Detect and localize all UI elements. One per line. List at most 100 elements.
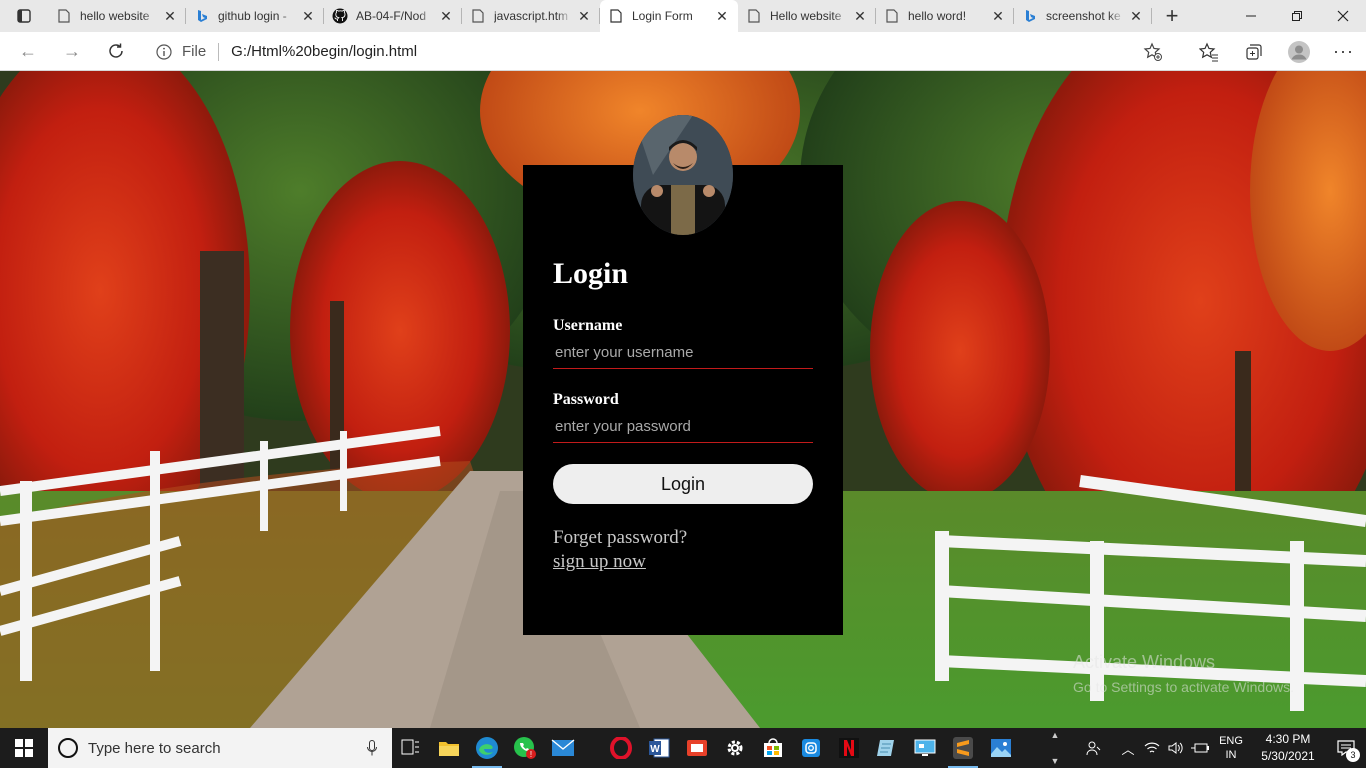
back-button[interactable]: ← [6, 32, 50, 71]
battery-plug-icon [1191, 743, 1209, 753]
word-button[interactable]: W [640, 728, 678, 768]
volume-button[interactable] [1164, 728, 1188, 768]
tab-hello-word[interactable]: hello word! ✕ [876, 0, 1014, 32]
gear-icon [727, 740, 743, 756]
close-icon[interactable]: ✕ [576, 8, 592, 24]
people-button[interactable] [1082, 728, 1106, 768]
whatsapp-button[interactable]: ! [506, 728, 544, 768]
address-bar[interactable]: File G:/Html%20begin/login.html [148, 37, 1174, 66]
tab-title: hello website [80, 9, 150, 23]
instagram-button[interactable] [792, 728, 830, 768]
tab-screenshot[interactable]: screenshot ke ✕ [1014, 0, 1152, 32]
sublime-button[interactable] [944, 728, 982, 768]
forgot-password-link[interactable]: Forget password? [553, 527, 813, 549]
close-icon[interactable]: ✕ [1128, 8, 1144, 24]
taskbar-scroll[interactable]: ▲ ▼ [1048, 728, 1062, 768]
tab-javascript[interactable]: javascript.htm ✕ [462, 0, 600, 32]
close-icon[interactable]: ✕ [162, 8, 178, 24]
collections-icon [1245, 43, 1262, 60]
opera-icon [610, 737, 632, 759]
watermark-title: Activate Windows [1073, 652, 1216, 672]
page-icon [470, 8, 486, 24]
divider [218, 42, 220, 61]
close-icon[interactable]: ✕ [714, 8, 730, 24]
minimize-button[interactable] [1228, 0, 1274, 32]
refresh-button[interactable] [94, 32, 138, 71]
language-code: ENG [1219, 735, 1243, 747]
svg-text:W: W [650, 744, 660, 755]
close-icon[interactable]: ✕ [300, 8, 316, 24]
tab-actions-button[interactable] [0, 0, 48, 32]
page-icon [884, 8, 900, 24]
tab-title: hello word! [908, 9, 967, 23]
word-icon: W [649, 738, 670, 758]
tab-title: Login Form [632, 9, 693, 23]
photos-icon [991, 739, 1011, 757]
window-controls [1228, 0, 1366, 32]
chevron-up-icon: ▲ [1050, 730, 1060, 740]
info-icon[interactable] [154, 42, 174, 62]
edge-button[interactable] [468, 728, 506, 768]
bing-icon [194, 8, 210, 24]
close-window-button[interactable] [1320, 0, 1366, 32]
notepad-button[interactable] [868, 728, 906, 768]
close-icon[interactable]: ✕ [990, 8, 1006, 24]
scheme-label: File [182, 43, 207, 60]
tab-hello-website-2[interactable]: Hello website ✕ [738, 0, 876, 32]
taskbar-spacer [582, 728, 602, 768]
tab-title: javascript.htm [494, 9, 569, 23]
monitor-icon [914, 739, 936, 756]
sublime-icon [953, 737, 973, 759]
file-explorer-button[interactable] [430, 728, 468, 768]
restore-button[interactable] [1274, 0, 1320, 32]
toolbar-right: ··· [1186, 32, 1366, 71]
settings-more-button[interactable]: ··· [1321, 32, 1366, 71]
more-icon: ··· [1333, 41, 1354, 61]
favorites-button[interactable] [1186, 32, 1231, 71]
task-view-button[interactable] [392, 728, 430, 768]
activate-windows-watermark: Activate Windows Go to Settings to activ… [1073, 652, 1294, 695]
pdf-app-button[interactable] [678, 728, 716, 768]
new-tab-button[interactable]: + [1152, 0, 1192, 32]
login-button[interactable]: Login [553, 464, 813, 504]
show-hidden-icons-button[interactable]: ︿ [1116, 728, 1140, 768]
tab-github-login[interactable]: github login - ✕ [186, 0, 324, 32]
restore-icon [1292, 11, 1302, 21]
start-button[interactable] [0, 728, 48, 768]
username-input[interactable] [553, 339, 813, 369]
opera-button[interactable] [602, 728, 640, 768]
network-button[interactable] [1140, 728, 1164, 768]
close-icon[interactable]: ✕ [438, 8, 454, 24]
folder-icon [439, 742, 459, 756]
add-favorite-button[interactable] [1142, 41, 1164, 63]
sign-up-link[interactable]: sign up now [553, 551, 646, 573]
settings-button[interactable] [716, 728, 754, 768]
microphone-icon[interactable] [352, 740, 392, 756]
collections-button[interactable] [1231, 32, 1276, 71]
notification-badge: 3 [1346, 748, 1360, 762]
close-icon[interactable]: ✕ [852, 8, 868, 24]
photos-button[interactable] [982, 728, 1020, 768]
password-input[interactable] [553, 413, 813, 443]
forward-button[interactable]: → [50, 32, 94, 71]
profile-button[interactable] [1276, 32, 1321, 71]
url-text[interactable]: G:/Html%20begin/login.html [231, 43, 417, 60]
clock[interactable]: 4:30 PM 5/30/2021 [1250, 731, 1326, 765]
taskbar-search[interactable]: Type here to search [48, 728, 392, 768]
mail-button[interactable] [544, 728, 582, 768]
netflix-button[interactable] [830, 728, 868, 768]
username-label: Username [553, 317, 623, 334]
favorites-icon [1198, 42, 1218, 61]
control-panel-button[interactable] [906, 728, 944, 768]
avatar-icon [1287, 40, 1310, 63]
store-button[interactable] [754, 728, 792, 768]
region-code: IN [1225, 749, 1237, 761]
tab-hello-website[interactable]: hello website ✕ [48, 0, 186, 32]
tab-github-repo[interactable]: AB-04-F/Nod ✕ [324, 0, 462, 32]
language-indicator[interactable]: ENG IN [1212, 734, 1250, 762]
tab-login-form[interactable]: Login Form ✕ [600, 0, 738, 32]
action-center-button[interactable]: 3 [1326, 728, 1366, 768]
page-viewport: Login Username Password Login Forget pas… [0, 71, 1366, 728]
battery-button[interactable] [1188, 728, 1212, 768]
browser-toolbar: ← → File G:/Html%20begin/login.html ··· [0, 32, 1366, 71]
